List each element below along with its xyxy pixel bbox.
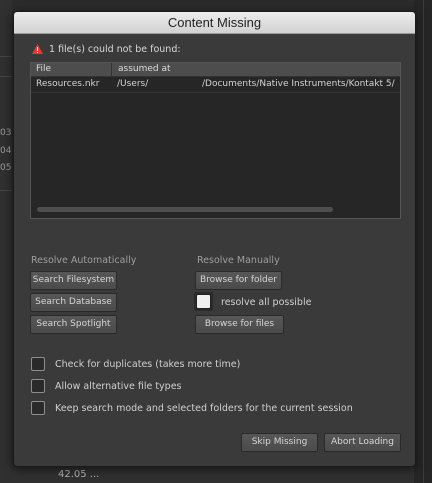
warning-text: 1 file(s) could not be found: [49,43,181,55]
table-header: File assumed at [31,63,400,77]
cell-user-path: /Users/ [117,79,149,89]
background-divider [0,56,12,57]
background-number: 04 [0,146,12,156]
horizontal-scrollbar[interactable] [37,207,333,212]
check-duplicates-label: Check for duplicates (takes more time) [55,359,241,370]
column-header-assumed-at[interactable]: assumed at [112,63,171,76]
browse-for-files-button[interactable]: Browse for files [195,315,284,334]
allow-alternative-types-label: Allow alternative file types [55,381,182,392]
background-divider [0,190,12,191]
background-number: 03 [0,128,12,138]
resolve-manually-label: Resolve Manually [197,255,280,266]
background-divider [423,0,424,483]
skip-missing-button[interactable]: Skip Missing [241,433,318,452]
background-divider [0,76,12,77]
resolve-all-possible-label: resolve all possible [221,297,312,308]
search-spotlight-button[interactable]: Search Spotlight [30,315,117,334]
column-header-file[interactable]: File [31,63,112,76]
keep-search-mode-checkbox[interactable] [31,401,45,415]
cell-assumed-path: /Documents/Native Instruments/Kontakt 5/ [202,79,395,89]
content-missing-dialog: Content Missing 1 file(s) could not be f… [13,11,416,467]
search-filesystem-button[interactable]: Search Filesystem [30,271,117,290]
warning-row: 1 file(s) could not be found: [32,42,181,56]
check-duplicates-checkbox[interactable] [31,357,45,371]
missing-files-table[interactable]: File assumed at Resources.nkr /Users/ /D… [30,62,401,219]
abort-loading-button[interactable]: Abort Loading [324,433,401,452]
background-left-panel [0,0,12,483]
allow-alternative-types-checkbox[interactable] [31,379,45,393]
table-row[interactable]: Resources.nkr /Users/ /Documents/Native … [31,77,400,93]
background-number: 05 [0,163,12,173]
resolve-automatically-label: Resolve Automatically [31,255,137,266]
cell-file: Resources.nkr [36,79,100,89]
search-database-button[interactable]: Search Database [30,293,117,312]
dialog-title: Content Missing [14,12,415,34]
resolve-all-possible-checkbox[interactable] [196,294,211,309]
browse-for-folder-button[interactable]: Browse for folder [195,271,282,290]
warning-triangle-icon [32,44,43,54]
keep-search-mode-label: Keep search mode and selected folders fo… [55,403,353,414]
background-value: 42.05 ... [58,469,100,480]
